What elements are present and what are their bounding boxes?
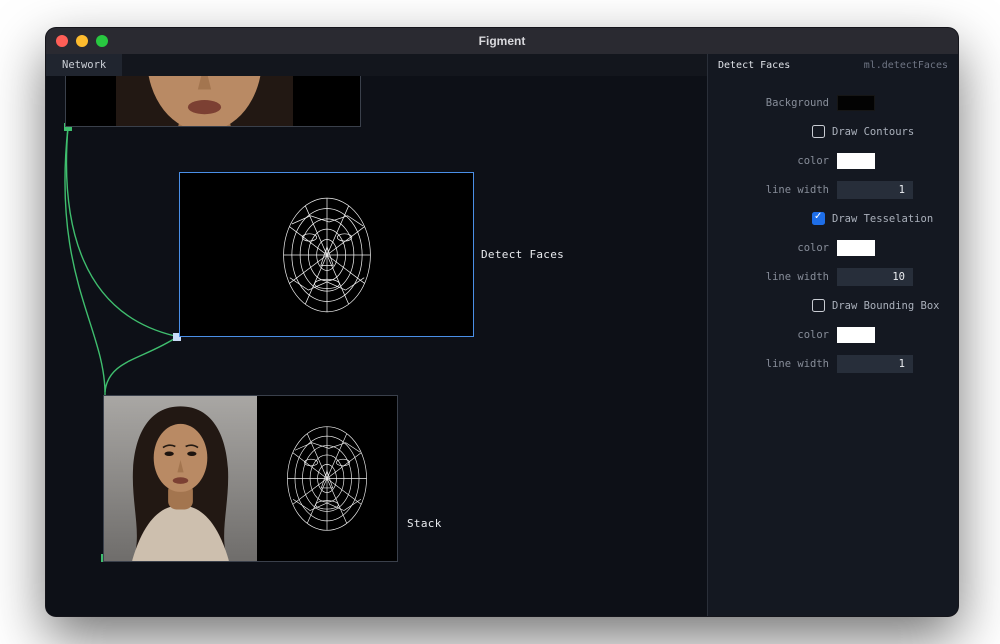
- window-title: Figment: [46, 34, 958, 48]
- row-draw-contours: Draw Contours: [708, 117, 958, 146]
- contours-color-label: color: [708, 155, 829, 167]
- row-background: Background: [708, 88, 958, 117]
- traffic-lights: [56, 28, 108, 54]
- close-button[interactable]: [56, 35, 68, 47]
- tesselation-color-swatch[interactable]: [837, 240, 875, 256]
- wire-source-detect: [66, 127, 175, 336]
- source-thumbnail: [116, 76, 293, 126]
- portrait-crop-image: [116, 76, 293, 126]
- tab-network-label: Network: [62, 59, 106, 71]
- row-tesselation-line-width: line width 10: [708, 262, 958, 291]
- portrait-image: [104, 396, 257, 561]
- row-bounding-box-line-width: line width 1: [708, 349, 958, 378]
- wire-detect-stack: [105, 337, 177, 392]
- row-contours-line-width: line width 1: [708, 175, 958, 204]
- node-label-detect-faces: Detect Faces: [481, 248, 564, 261]
- draw-tesselation-checkbox[interactable]: [812, 212, 825, 225]
- node-canvas[interactable]: Detect Faces Stack: [46, 76, 707, 616]
- row-tesselation-color: color: [708, 233, 958, 262]
- face-mesh-preview-small: [278, 422, 376, 535]
- node-image-source[interactable]: [65, 76, 361, 127]
- row-bounding-box-color: color: [708, 320, 958, 349]
- background-label: Background: [708, 97, 829, 109]
- tesselation-line-width-label: line width: [708, 271, 829, 283]
- app-window: Figment Network Detect Faces ml.detectFa…: [46, 28, 958, 616]
- stack-photo: [104, 396, 257, 561]
- draw-bounding-box-checkbox[interactable]: [812, 299, 825, 312]
- stack-mesh: [257, 396, 397, 561]
- tesselation-line-width-field[interactable]: 10: [837, 268, 913, 286]
- tab-network[interactable]: Network: [46, 54, 122, 76]
- wire-source-stack: [65, 127, 105, 558]
- draw-contours-label: Draw Contours: [832, 126, 914, 138]
- window-body: Detect Faces Stack Background: [46, 76, 958, 616]
- inspector-node-type: ml.detectFaces: [864, 60, 948, 71]
- node-detect-faces[interactable]: [179, 172, 474, 337]
- draw-bounding-box-label: Draw Bounding Box: [832, 300, 939, 312]
- titlebar[interactable]: Figment: [46, 28, 958, 54]
- face-mesh-preview: [273, 193, 381, 317]
- bounding-box-color-label: color: [708, 329, 829, 341]
- inspector-title: Detect Faces: [718, 60, 790, 71]
- contours-line-width-field[interactable]: 1: [837, 181, 913, 199]
- node-label-stack: Stack: [407, 517, 442, 530]
- bounding-box-line-width-label: line width: [708, 358, 829, 370]
- contours-color-swatch[interactable]: [837, 153, 875, 169]
- row-draw-bounding-box: Draw Bounding Box: [708, 291, 958, 320]
- contours-line-width-label: line width: [708, 184, 829, 196]
- inspector-header: Detect Faces ml.detectFaces: [707, 54, 958, 76]
- draw-contours-checkbox[interactable]: [812, 125, 825, 138]
- inspector-panel: Background Draw Contours color line widt…: [707, 76, 958, 616]
- tesselation-color-label: color: [708, 242, 829, 254]
- minimize-button[interactable]: [76, 35, 88, 47]
- background-color-swatch[interactable]: [837, 95, 875, 111]
- node-stack[interactable]: [103, 395, 398, 562]
- row-draw-tesselation: Draw Tesselation: [708, 204, 958, 233]
- draw-tesselation-label: Draw Tesselation: [832, 213, 933, 225]
- bounding-box-color-swatch[interactable]: [837, 327, 875, 343]
- bounding-box-line-width-field[interactable]: 1: [837, 355, 913, 373]
- tab-bar: Network Detect Faces ml.detectFaces: [46, 54, 958, 76]
- row-contours-color: color: [708, 146, 958, 175]
- page: Figment Network Detect Faces ml.detectFa…: [0, 0, 1000, 644]
- zoom-button[interactable]: [96, 35, 108, 47]
